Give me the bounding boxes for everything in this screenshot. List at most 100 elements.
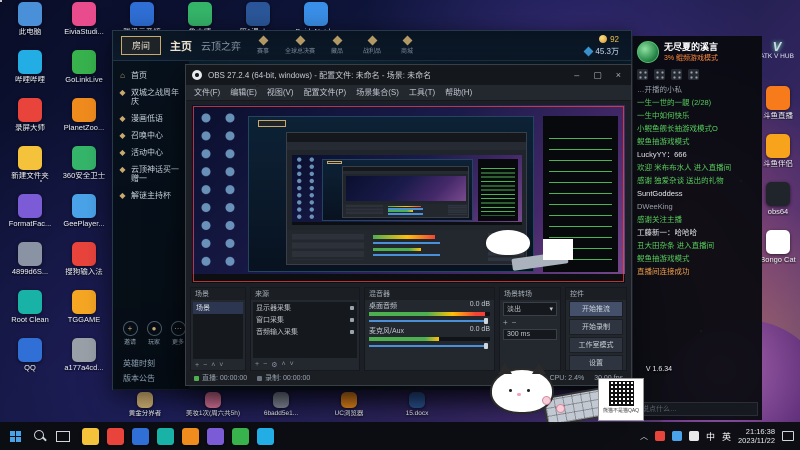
gift-tab-icon[interactable]	[671, 69, 682, 80]
menu-tools[interactable]: 工具(T)	[409, 87, 435, 98]
close-button[interactable]: ×	[612, 70, 625, 80]
transition-select[interactable]: 淡出 ▾	[503, 302, 557, 316]
search-icon[interactable]	[30, 429, 52, 443]
desktop-icon[interactable]: 美妆1次(周六共5h)	[184, 392, 242, 418]
desktop-icon[interactable]: a177a4cd...	[58, 338, 110, 386]
essence-balance[interactable]: 45.3万	[583, 46, 619, 57]
tab-home[interactable]: 主页	[170, 38, 192, 54]
start-streaming-button[interactable]: 开始推流	[569, 301, 623, 317]
desktop-icon[interactable]: 录屏大师	[4, 98, 56, 146]
desktop-icon[interactable]: Root Clean	[4, 290, 56, 338]
studio-mode-button[interactable]: 工作室模式	[569, 337, 623, 353]
highlights-link[interactable]: 英雄时刻	[123, 358, 155, 369]
room-button[interactable]: 房间	[121, 36, 162, 55]
sidebar-item-activity[interactable]: ◆ 活动中心	[113, 144, 189, 161]
menu-view[interactable]: 视图(V)	[267, 87, 294, 98]
remove-scene-button[interactable]: −	[203, 362, 207, 369]
desktop-icon[interactable]: 15.docx	[388, 392, 446, 418]
taskbar-app-icon[interactable]	[82, 427, 99, 445]
maximize-button[interactable]: ▢	[589, 70, 606, 81]
nav-loot[interactable]: 战利品	[359, 35, 385, 55]
sidebar-item-tft-sale[interactable]: ◆ 云顶神话买一赠一	[113, 161, 189, 187]
nav-store[interactable]: 商城	[394, 35, 420, 55]
tray-icon[interactable]	[654, 431, 665, 441]
add-transition-button[interactable]: +	[503, 318, 508, 327]
start-button[interactable]	[0, 430, 30, 442]
task-view-icon[interactable]	[56, 430, 70, 442]
ime-english-indicator[interactable]: 英	[722, 430, 731, 443]
slider-knob[interactable]	[484, 343, 488, 349]
sidebar-item-home[interactable]: ⌂ 首页	[113, 67, 189, 84]
obs-preview-canvas[interactable]	[192, 105, 625, 283]
scene-item[interactable]: 场景	[193, 302, 243, 314]
source-up-button[interactable]: ˄	[281, 361, 285, 369]
tray-icon[interactable]	[671, 431, 682, 441]
taskbar-app-icon[interactable]	[182, 427, 199, 445]
desktop-icon[interactable]: 黄金分界者	[116, 392, 174, 418]
tray-icon[interactable]	[688, 431, 699, 441]
desktop-icon[interactable]: GeePlayer...	[58, 194, 110, 242]
desktop-icon[interactable]: 此电脑	[4, 2, 56, 50]
tab-tft[interactable]: 云顶之弈	[201, 38, 241, 53]
add-scene-button[interactable]: +	[195, 362, 199, 369]
desktop-icon[interactable]: TGGAME	[58, 290, 110, 338]
nav-worlds[interactable]: 全球总决赛	[285, 35, 315, 55]
source-item[interactable]: 音频输入采集	[253, 84, 357, 338]
lock-icon[interactable]	[350, 318, 354, 322]
settings-tab-icon[interactable]	[688, 69, 699, 80]
chat-tab-icon[interactable]	[637, 69, 648, 80]
sidebar-item-comic[interactable]: ◆ 漫画低语	[113, 110, 189, 127]
sidebar-item-event[interactable]: ◆ 双城之战周年庆	[113, 84, 189, 110]
slider-knob[interactable]	[484, 318, 488, 324]
action-center-icon[interactable]	[782, 431, 794, 441]
desktop-icon[interactable]: 360安全卫士	[58, 146, 110, 194]
source-item[interactable]: 显示器采集	[253, 84, 357, 314]
minimize-button[interactable]: –	[570, 70, 583, 80]
lock-icon[interactable]	[350, 306, 354, 310]
desktop-icon[interactable]: QQ	[4, 338, 56, 386]
remove-source-button[interactable]: −	[263, 361, 267, 369]
obs-titlebar[interactable]: OBS 27.2.4 (64-bit, windows) - 配置文件: 未命名…	[186, 65, 631, 85]
taskbar-app-icon[interactable]	[232, 427, 249, 445]
desktop-icon[interactable]: 斗鱼伴侣	[756, 134, 800, 168]
patch-notes-link[interactable]: 版本公告	[123, 373, 155, 384]
taskbar-clock[interactable]: 21:16:38 2023/11/22	[738, 427, 775, 445]
source-properties-button[interactable]: ⚙	[271, 361, 277, 369]
menu-help[interactable]: 帮助(H)	[445, 87, 472, 98]
add-source-button[interactable]: +	[255, 361, 259, 369]
lock-icon[interactable]	[350, 330, 354, 334]
volume-slider[interactable]	[369, 317, 490, 324]
sidebar-item-puzzle[interactable]: ◆ 解谜主持杯	[113, 187, 189, 204]
taskbar-app-icon[interactable]	[132, 427, 149, 445]
source-item[interactable]: 窗口采集	[253, 84, 357, 326]
taskbar-app-icon[interactable]	[257, 427, 274, 445]
desktop-icon[interactable]: 哔哩哔哩	[4, 50, 56, 98]
nav-esports[interactable]: 赛事	[250, 35, 276, 55]
coin-balance[interactable]: 92	[599, 35, 619, 44]
desktop-icon[interactable]: FormatFac...	[4, 194, 56, 242]
scene-down-button[interactable]: ˅	[219, 362, 223, 369]
scene-up-button[interactable]: ˄	[211, 362, 215, 369]
desktop-icon[interactable]: Bongo Cat	[756, 230, 800, 264]
taskbar-app-icon[interactable]	[207, 427, 224, 445]
start-recording-button[interactable]: 开始录制	[569, 319, 623, 335]
desktop-icon[interactable]: 6badd5e1...	[252, 392, 310, 418]
source-down-button[interactable]: ˅	[290, 361, 294, 369]
taskbar-app-icon[interactable]	[107, 427, 124, 445]
menu-profile[interactable]: 配置文件(P)	[304, 87, 347, 98]
menu-edit[interactable]: 编辑(E)	[230, 87, 257, 98]
desktop-icon[interactable]: 搜狗输入法	[58, 242, 110, 290]
desktop-icon[interactable]: 新建文件夹	[4, 146, 56, 194]
tray-chevron-icon[interactable]: ︿	[640, 431, 648, 442]
desktop-icon[interactable]: PlanetZoo...	[58, 98, 110, 146]
desktop-icon[interactable]: obs64	[756, 182, 800, 216]
desktop-icon[interactable]: GoLinkLive	[58, 50, 110, 98]
invite-button[interactable]: + 邀请	[121, 321, 139, 346]
desktop-icon[interactable]: 斗鱼直播	[756, 86, 800, 120]
streamer-avatar[interactable]	[637, 40, 659, 63]
menu-scene-collection[interactable]: 场景集合(S)	[356, 87, 399, 98]
taskbar-app-icon[interactable]	[157, 427, 174, 445]
menu-file[interactable]: 文件(F)	[194, 87, 220, 98]
players-button[interactable]: ● 玩家	[145, 321, 163, 346]
nav-collection[interactable]: 藏品	[324, 35, 350, 55]
